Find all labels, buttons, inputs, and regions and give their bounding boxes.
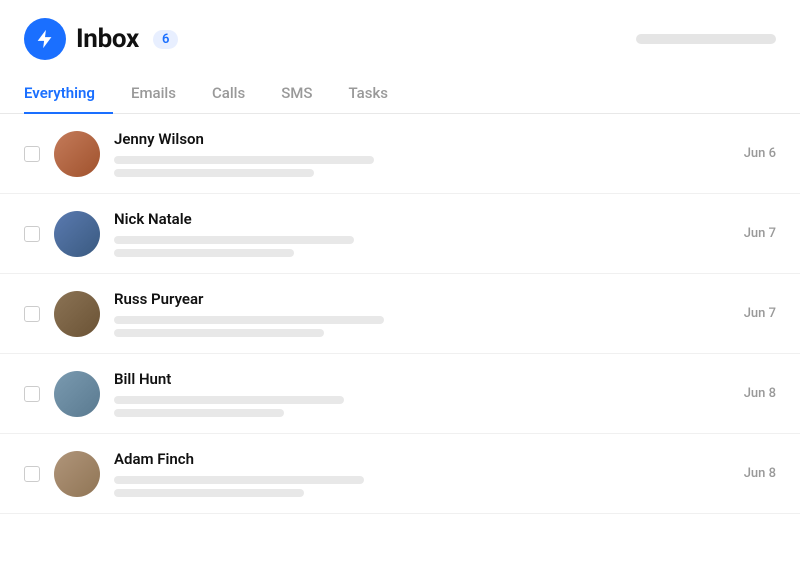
contact-item[interactable]: Russ Puryear Jun 7 (0, 274, 800, 354)
contact-checkbox[interactable] (24, 466, 40, 482)
contact-name: Adam Finch (114, 450, 730, 468)
contact-date: Jun 8 (744, 466, 776, 481)
logo-icon (24, 18, 66, 60)
inbox-badge: 6 (153, 30, 178, 49)
bolt-icon (34, 28, 56, 50)
contact-date: Jun 8 (744, 386, 776, 401)
preview-line-2 (114, 489, 304, 497)
preview-line-1 (114, 156, 374, 164)
avatar (54, 211, 100, 257)
content-preview (114, 156, 730, 177)
contact-name: Bill Hunt (114, 370, 730, 388)
avatar-image (54, 131, 100, 177)
avatar (54, 291, 100, 337)
header-left: Inbox 6 (24, 18, 178, 60)
avatar (54, 131, 100, 177)
tab-tasks[interactable]: Tasks (331, 74, 407, 114)
contact-checkbox[interactable] (24, 146, 40, 162)
contact-checkbox[interactable] (24, 226, 40, 242)
preview-line-1 (114, 316, 384, 324)
header-action-placeholder (636, 34, 776, 44)
preview-line-2 (114, 329, 324, 337)
contact-date: Jun 6 (744, 146, 776, 161)
contact-checkbox[interactable] (24, 306, 40, 322)
contact-checkbox[interactable] (24, 386, 40, 402)
avatar-image (54, 451, 100, 497)
preview-line-2 (114, 249, 294, 257)
contact-info: Jenny Wilson (114, 130, 730, 177)
page-title: Inbox (76, 24, 139, 54)
content-preview (114, 236, 730, 257)
contact-info: Russ Puryear (114, 290, 730, 337)
contact-item[interactable]: Nick Natale Jun 7 (0, 194, 800, 274)
avatar (54, 371, 100, 417)
tab-sms[interactable]: SMS (263, 74, 330, 114)
tab-calls[interactable]: Calls (194, 74, 263, 114)
contact-date: Jun 7 (744, 226, 776, 241)
contact-name: Russ Puryear (114, 290, 730, 308)
avatar-image (54, 371, 100, 417)
tabs-bar: Everything Emails Calls SMS Tasks (0, 74, 800, 114)
preview-line-1 (114, 396, 344, 404)
tab-emails[interactable]: Emails (113, 74, 194, 114)
content-preview (114, 476, 730, 497)
content-preview (114, 396, 730, 417)
contact-name: Jenny Wilson (114, 130, 730, 148)
preview-line-2 (114, 169, 314, 177)
contact-item[interactable]: Bill Hunt Jun 8 (0, 354, 800, 434)
app-container: Inbox 6 Everything Emails Calls SMS Task… (0, 0, 800, 562)
contact-info: Nick Natale (114, 210, 730, 257)
contact-item[interactable]: Adam Finch Jun 8 (0, 434, 800, 514)
contact-list: Jenny Wilson Jun 6 Nick Natale Jun 7 (0, 114, 800, 562)
tab-everything[interactable]: Everything (24, 74, 113, 114)
preview-line-1 (114, 476, 364, 484)
contact-name: Nick Natale (114, 210, 730, 228)
avatar-image (54, 211, 100, 257)
avatar (54, 451, 100, 497)
avatar-image (54, 291, 100, 337)
contact-info: Adam Finch (114, 450, 730, 497)
contact-item[interactable]: Jenny Wilson Jun 6 (0, 114, 800, 194)
preview-line-1 (114, 236, 354, 244)
contact-info: Bill Hunt (114, 370, 730, 417)
content-preview (114, 316, 730, 337)
contact-date: Jun 7 (744, 306, 776, 321)
header: Inbox 6 (0, 0, 800, 60)
preview-line-2 (114, 409, 284, 417)
